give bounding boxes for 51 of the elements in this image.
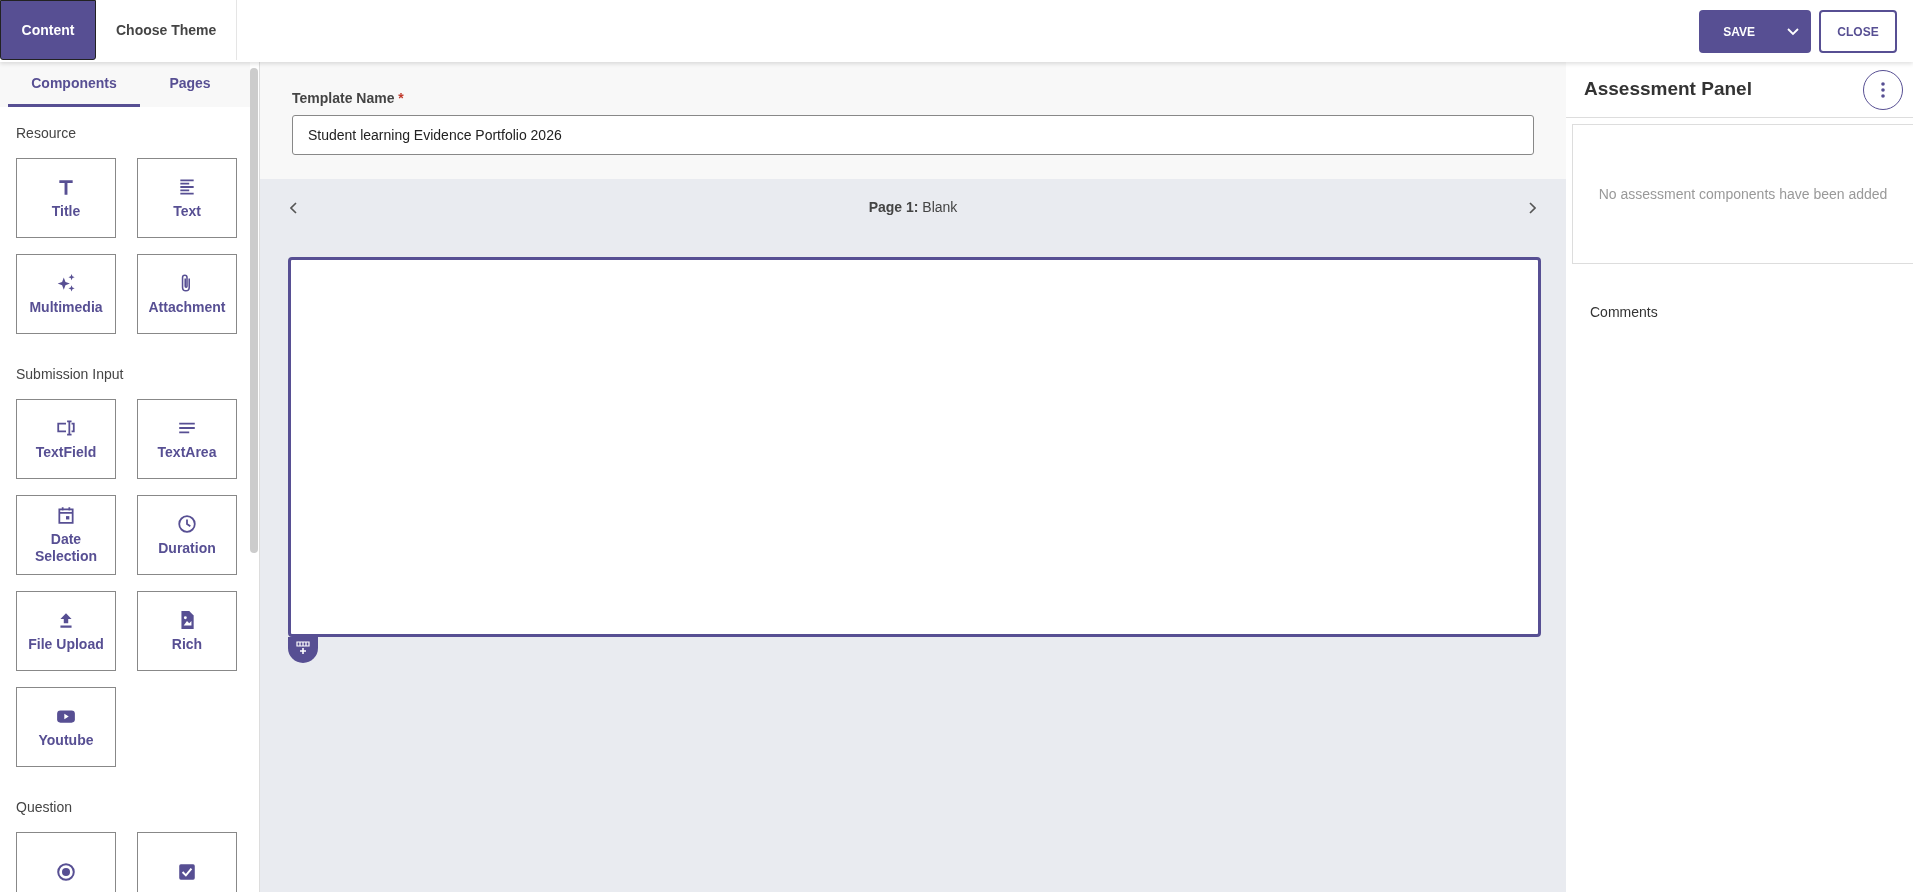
- calendar-icon: [56, 505, 76, 526]
- component-tile[interactable]: [16, 832, 116, 892]
- scrollbar[interactable]: [250, 68, 258, 553]
- more-options-button[interactable]: [1863, 69, 1903, 110]
- component-label: Text: [173, 202, 201, 220]
- lines-icon: [177, 176, 197, 197]
- add-row-icon: [296, 641, 310, 655]
- component-tile[interactable]: Title: [16, 158, 116, 238]
- empty-message: No assessment components have been added: [1598, 184, 1888, 204]
- sidebar-tab[interactable]: Pages: [140, 62, 240, 107]
- sparkle-icon: [56, 272, 76, 293]
- add-row-handle[interactable]: [288, 637, 318, 663]
- component-tile[interactable]: Youtube: [16, 687, 116, 767]
- component-label: Date Selection: [33, 531, 99, 565]
- component-tile[interactable]: Date Selection: [16, 495, 116, 575]
- sidebar-tab[interactable]: Components: [8, 62, 140, 107]
- component-tile[interactable]: Rich: [137, 591, 237, 671]
- text-cursor-icon: [56, 417, 76, 438]
- page-title: Page 1: Blank: [868, 197, 958, 217]
- component-label: Rich: [171, 635, 203, 653]
- component-label: Duration: [158, 539, 216, 557]
- component-label: TextArea: [157, 443, 217, 461]
- save-button[interactable]: SAVE: [1699, 10, 1775, 53]
- component-label: Attachment: [148, 298, 226, 316]
- checkbox-icon: [177, 862, 197, 882]
- more-options-icon: [1881, 81, 1885, 98]
- component-label: TextField: [35, 443, 97, 461]
- component-tile[interactable]: File Upload: [16, 591, 116, 671]
- comments-label: Comments: [1590, 304, 1658, 320]
- panel-title: Assessment Panel: [1584, 77, 1752, 102]
- component-tile[interactable]: Text: [137, 158, 237, 238]
- clock-icon: [177, 513, 197, 534]
- component-label: Youtube: [38, 731, 94, 749]
- section-title: Resource: [16, 124, 77, 143]
- component-label: Multimedia: [29, 298, 103, 316]
- section-title: Question: [16, 798, 74, 817]
- page-canvas[interactable]: [288, 257, 1541, 637]
- component-tile[interactable]: TextArea: [137, 399, 237, 479]
- close-button[interactable]: CLOSE: [1819, 10, 1897, 53]
- component-label: File Upload: [28, 635, 104, 653]
- radio-icon: [56, 862, 76, 882]
- top-tab[interactable]: Content: [0, 0, 96, 60]
- template-name-field[interactable]: Student learning Evidence Portfolio 2026: [292, 115, 1534, 155]
- field-label: Template Name *: [292, 89, 405, 108]
- component-tile[interactable]: [137, 832, 237, 892]
- component-tile[interactable]: Duration: [137, 495, 237, 575]
- section-title: Submission Input: [16, 365, 125, 384]
- component-tile[interactable]: Attachment: [137, 254, 237, 334]
- component-label: Title: [51, 202, 81, 220]
- component-tile[interactable]: Multimedia: [16, 254, 116, 334]
- component-tile[interactable]: TextField: [16, 399, 116, 479]
